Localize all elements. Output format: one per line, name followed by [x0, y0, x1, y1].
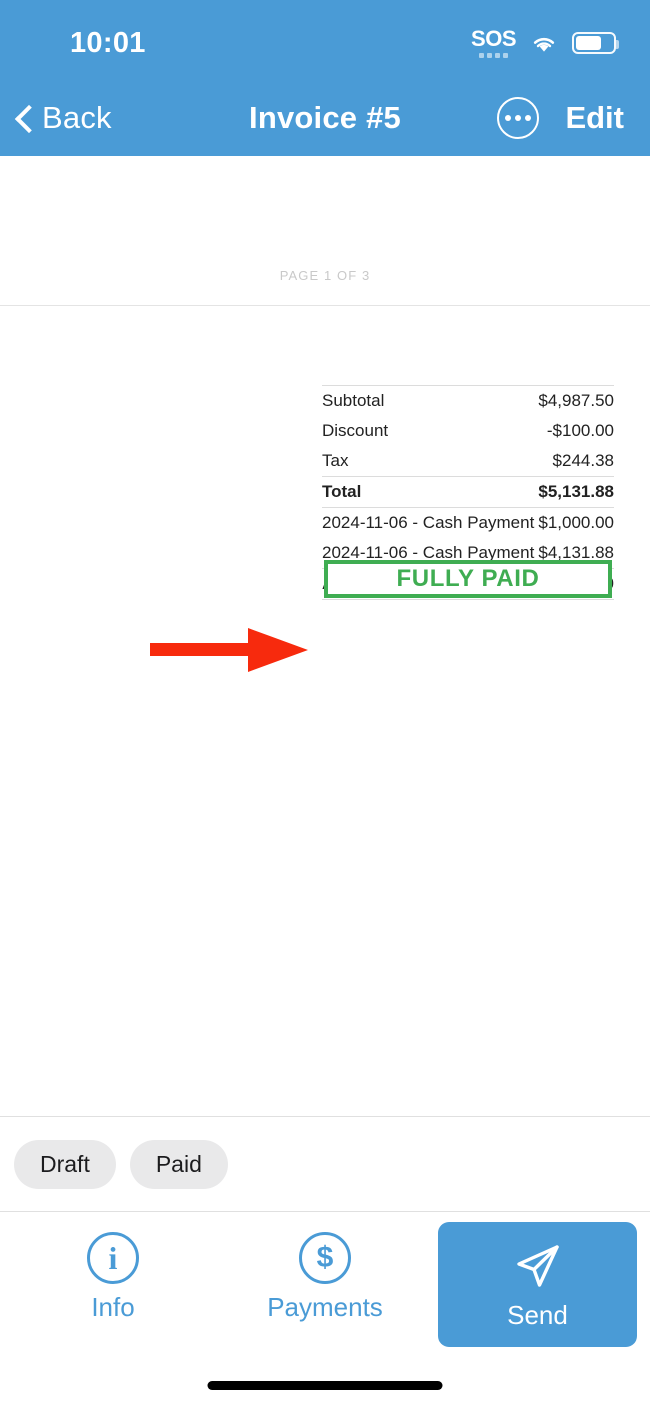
payments-button[interactable]: $ Payments: [250, 1232, 400, 1323]
table-row: Tax $244.38: [322, 446, 614, 476]
send-button-label: Send: [507, 1300, 568, 1330]
edit-button[interactable]: Edit: [565, 100, 624, 136]
status-bar-time: 10:01: [70, 26, 146, 59]
send-button[interactable]: Send: [438, 1222, 637, 1347]
wifi-icon: [533, 37, 555, 52]
fully-paid-label: FULLY PAID: [396, 565, 540, 592]
table-row: Total $5,131.88: [322, 477, 614, 507]
invoice-document-preview[interactable]: PAGE 1 OF 3 Subtotal $4,987.50 Discount -$1…: [0, 156, 650, 1116]
status-bar-indicators: SOS: [471, 28, 619, 58]
navigation-actions: Edit: [497, 97, 624, 139]
table-row-label: Tax: [322, 451, 349, 470]
sos-indicator: SOS: [471, 28, 516, 58]
sos-label: SOS: [471, 26, 516, 51]
info-button[interactable]: i Info: [38, 1232, 188, 1323]
status-chip[interactable]: Draft: [14, 1139, 116, 1189]
table-row-label: Subtotal: [322, 391, 385, 410]
back-button-label: Back: [42, 100, 112, 135]
paper-plane-icon: [516, 1245, 559, 1287]
info-circle-icon: i: [87, 1232, 139, 1284]
table-rule: [322, 599, 614, 600]
table-row: Subtotal $4,987.50: [322, 386, 614, 416]
navigation-bar: Back Invoice #5 Edit: [0, 80, 650, 156]
status-chips-row: Draft Paid: [0, 1116, 650, 1211]
table-row-value: $1,000.00: [538, 513, 614, 532]
battery-icon: [572, 32, 619, 54]
table-row: Discount -$100.00: [322, 416, 614, 446]
page-indicator-label: PAGE 1 OF 3: [279, 268, 371, 283]
table-row-label: Total: [322, 482, 362, 501]
table-row: 2024-11-06 - Cash Payment $1,000.00: [322, 508, 614, 538]
back-button[interactable]: Back: [16, 100, 112, 136]
table-row-value: $5,131.88: [538, 482, 614, 501]
bottom-toolbar: i Info $ Payments Send: [0, 1211, 650, 1407]
more-ellipsis-icon[interactable]: [497, 97, 540, 139]
table-row-label: 2024-11-06 - Cash Payment: [322, 513, 535, 532]
info-button-label: Info: [91, 1292, 135, 1322]
dollar-circle-icon: $: [299, 1232, 351, 1284]
table-row-label: Discount: [322, 421, 389, 440]
page-divider: [0, 305, 650, 306]
fully-paid-badge: FULLY PAID: [324, 560, 612, 598]
status-chip[interactable]: Paid: [129, 1139, 228, 1189]
status-bar: 10:01 SOS: [0, 0, 650, 80]
table-row-value: -$100.00: [546, 421, 614, 440]
table-row-value: $4,987.50: [538, 391, 614, 410]
table-row-value: $244.38: [552, 451, 614, 470]
home-indicator: [207, 1381, 443, 1390]
cellular-dots-icon: [479, 53, 509, 58]
payments-button-label: Payments: [267, 1292, 383, 1322]
chevron-left-icon: [16, 104, 32, 132]
